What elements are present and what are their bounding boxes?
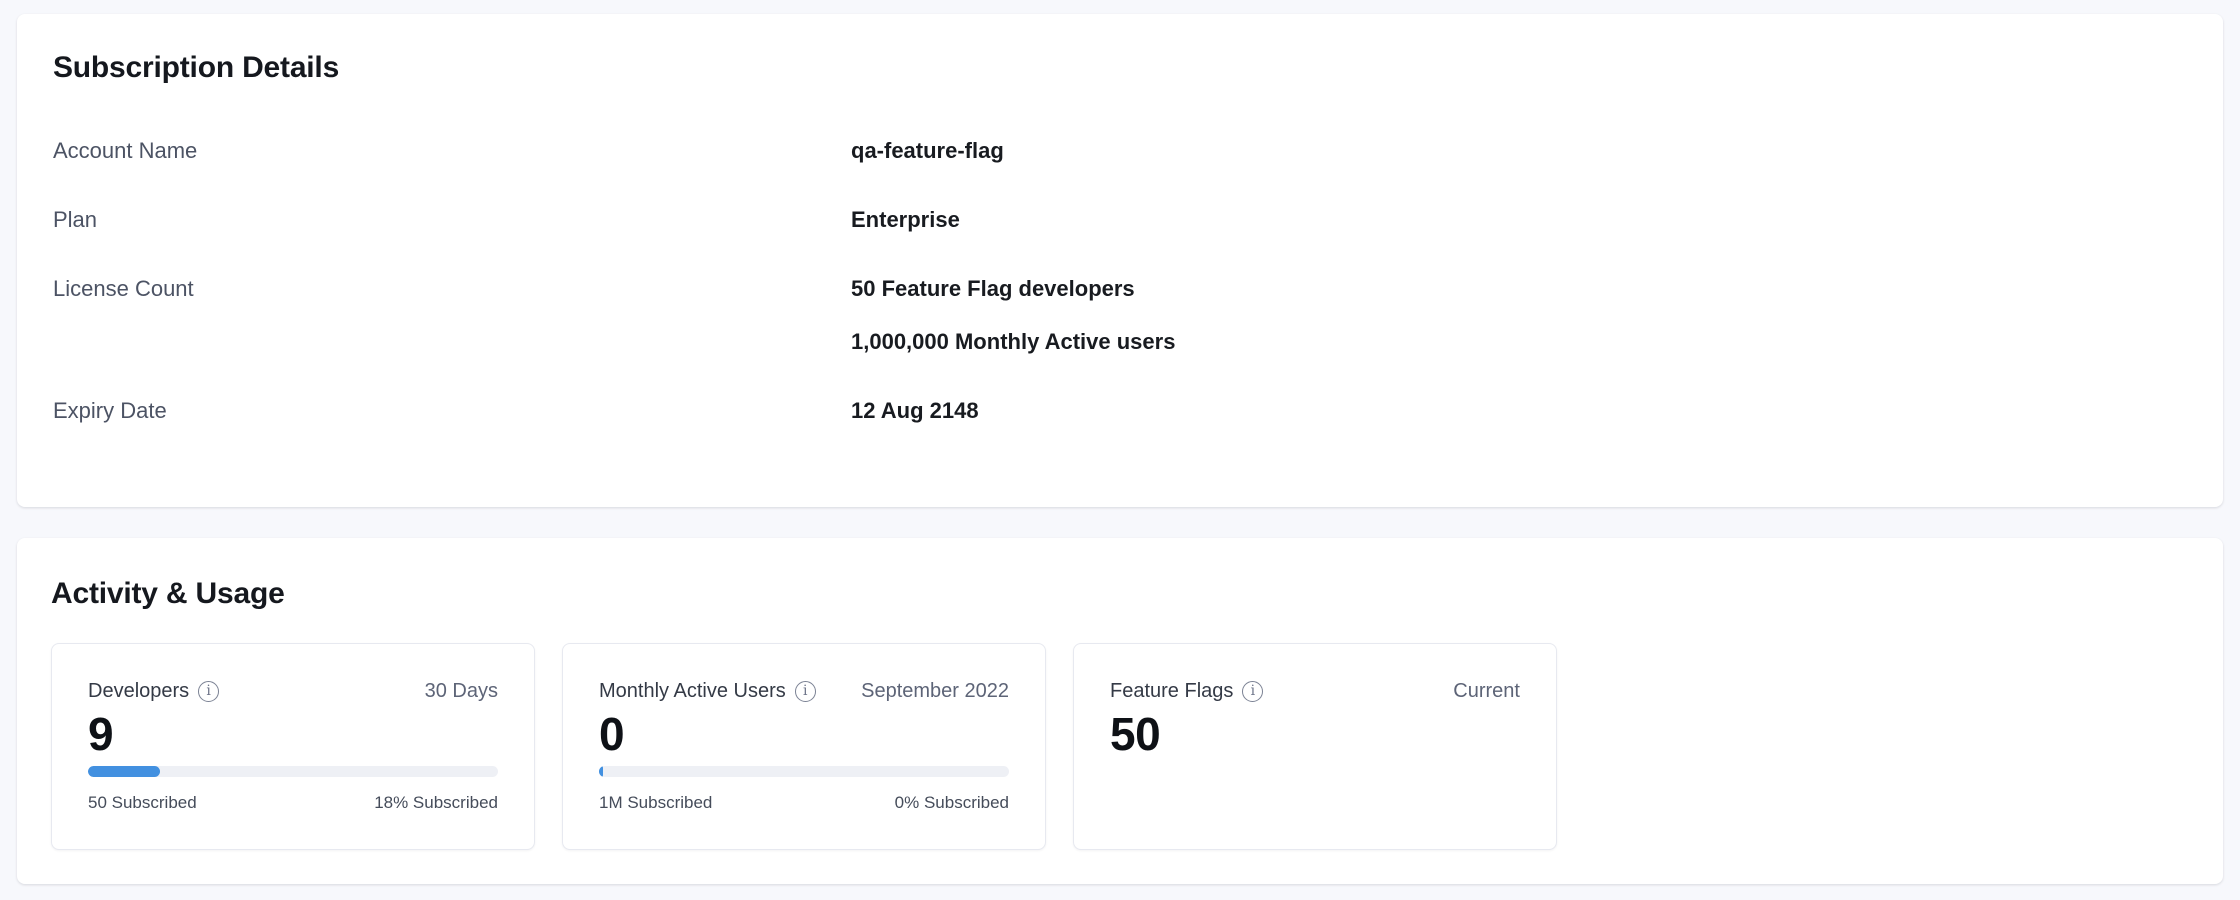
account-name-row: Account Name qa-feature-flag <box>53 139 2187 163</box>
expiry-date-value: 12 Aug 2148 <box>851 399 979 423</box>
info-icon[interactable]: i <box>1242 681 1263 702</box>
developers-subscribed-caption: 50 Subscribed <box>88 793 197 813</box>
developers-progress-fill <box>88 766 160 777</box>
mau-stat-value: 0 <box>599 711 1009 757</box>
developers-stat-card: Developers i 30 Days 9 50 Subscribed 18%… <box>51 643 535 850</box>
feature-flags-stat-value: 50 <box>1110 711 1520 757</box>
license-count-label: License Count <box>53 277 851 354</box>
developers-stat-period: 30 Days <box>425 679 498 703</box>
mau-stat-card: Monthly Active Users i September 2022 0 … <box>562 643 1046 850</box>
usage-stats-row: Developers i 30 Days 9 50 Subscribed 18%… <box>51 643 2189 850</box>
mau-subscribed-caption: 1M Subscribed <box>599 793 712 813</box>
expiry-date-row: Expiry Date 12 Aug 2148 <box>53 399 2187 423</box>
plan-label: Plan <box>53 208 851 232</box>
activity-usage-card: Activity & Usage Developers i 30 Days 9 … <box>17 538 2223 884</box>
license-count-row: License Count 50 Feature Flag developers… <box>53 277 2187 354</box>
account-name-label: Account Name <box>53 139 851 163</box>
feature-flags-stat-card: Feature Flags i Current 50 <box>1073 643 1557 850</box>
license-count-mau-value: 1,000,000 Monthly Active users <box>851 330 1175 354</box>
subscription-details-title: Subscription Details <box>53 50 2187 86</box>
license-count-developers-value: 50 Feature Flag developers <box>851 277 1175 301</box>
info-icon[interactable]: i <box>795 681 816 702</box>
feature-flags-stat-period: Current <box>1453 679 1520 703</box>
account-name-value: qa-feature-flag <box>851 139 1004 163</box>
subscription-details-card: Subscription Details Account Name qa-fea… <box>17 14 2223 507</box>
feature-flags-stat-label: Feature Flags <box>1110 679 1233 703</box>
mau-percent-caption: 0% Subscribed <box>895 793 1009 813</box>
mau-stat-label: Monthly Active Users <box>599 679 786 703</box>
mau-stat-period: September 2022 <box>861 679 1009 703</box>
developers-stat-label: Developers <box>88 679 189 703</box>
developers-progress-bar <box>88 766 498 777</box>
info-icon[interactable]: i <box>198 681 219 702</box>
mau-progress-bar <box>599 766 1009 777</box>
developers-stat-value: 9 <box>88 711 498 757</box>
plan-row: Plan Enterprise <box>53 208 2187 232</box>
plan-value: Enterprise <box>851 208 960 232</box>
developers-percent-caption: 18% Subscribed <box>374 793 498 813</box>
activity-usage-title: Activity & Usage <box>51 576 2189 612</box>
expiry-date-label: Expiry Date <box>53 399 851 423</box>
mau-progress-fill <box>599 766 603 777</box>
